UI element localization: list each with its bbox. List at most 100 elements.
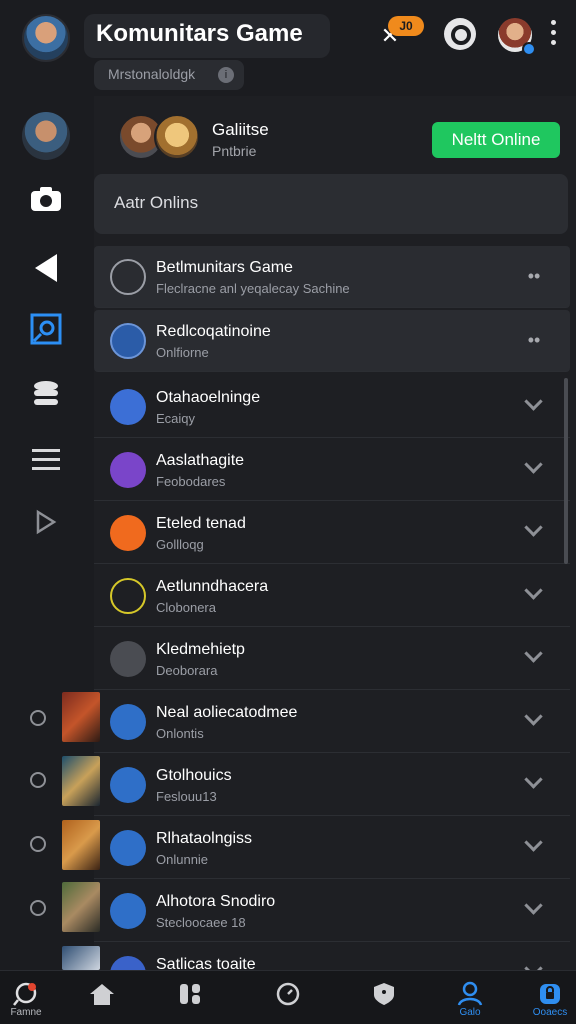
user-icon bbox=[456, 981, 484, 1009]
list-item-name: Rlhataolngiss bbox=[156, 830, 253, 847]
list-item[interactable]: Aaslathagite Feobodares bbox=[94, 439, 570, 501]
list-item-name: Kledmehietp bbox=[156, 641, 245, 658]
channel-list: Betlmunitars Game Fleclracne anl yeqalec… bbox=[94, 240, 576, 1005]
list-item-sub: Clobonera bbox=[156, 600, 216, 615]
scrollbar[interactable] bbox=[564, 378, 568, 564]
lock-icon bbox=[536, 981, 564, 1009]
radio-dot[interactable] bbox=[30, 710, 46, 726]
search-icon[interactable] bbox=[444, 18, 476, 50]
nav-home[interactable] bbox=[70, 971, 134, 1024]
chat-bubble-icon bbox=[12, 981, 40, 1009]
radio-dot[interactable] bbox=[30, 900, 46, 916]
list-item[interactable]: Alhotora Snodiro Stecloocaee 18 bbox=[94, 880, 570, 942]
list-item-icon bbox=[110, 452, 146, 488]
group-subtitle: Pntbrie bbox=[212, 143, 257, 159]
list-item[interactable]: Redlcoqatinoine Onlfiorne •• bbox=[94, 310, 570, 372]
list-item-name: Betlmunitars Game bbox=[156, 259, 293, 276]
grid-icon bbox=[176, 981, 204, 1009]
group-avatars[interactable] bbox=[118, 114, 202, 162]
nav-compass[interactable] bbox=[256, 971, 320, 1024]
list-item-sub: Feobodares bbox=[156, 474, 226, 489]
list-item-icon bbox=[110, 578, 146, 614]
chevron-down-icon[interactable] bbox=[522, 644, 546, 668]
list-item[interactable]: Aetlunndhacera Clobonera bbox=[94, 565, 570, 627]
server-avatar[interactable] bbox=[22, 14, 70, 62]
list-item-sub: Feslouu13 bbox=[156, 789, 217, 804]
info-icon[interactable]: i bbox=[218, 67, 234, 83]
list-item[interactable]: Kledmehietp Deoborara bbox=[94, 628, 570, 690]
chevron-down-icon[interactable] bbox=[522, 833, 546, 857]
bottom-navigation: Famne Galo Ooaecs bbox=[0, 970, 576, 1024]
nav-label: Ooaecs bbox=[532, 1007, 568, 1018]
list-item-sub: Gollloqg bbox=[156, 537, 204, 552]
camera-icon[interactable] bbox=[24, 184, 68, 224]
list-item[interactable]: Gtolhouics Feslouu13 bbox=[94, 754, 570, 816]
more-vertical-icon[interactable] bbox=[548, 20, 558, 50]
list-item-icon bbox=[110, 641, 146, 677]
list-item-name: Alhotora Snodiro bbox=[156, 893, 276, 910]
play-icon[interactable] bbox=[24, 506, 68, 546]
list-item[interactable]: Neal aoliecatodmee Onlontis bbox=[94, 691, 570, 753]
list-item-sub: Onlfiorne bbox=[156, 345, 209, 360]
list-item-name: Redlcoqatinoine bbox=[156, 323, 271, 340]
chevron-down-icon[interactable] bbox=[522, 581, 546, 605]
status-text: Aatr Onlins bbox=[114, 193, 199, 212]
list-item-icon bbox=[110, 389, 146, 425]
chevron-down-icon[interactable] bbox=[522, 770, 546, 794]
shield-icon bbox=[370, 981, 398, 1009]
page-title: Komunitars Game bbox=[96, 20, 303, 47]
game-thumbnail bbox=[62, 882, 100, 932]
nav-profile[interactable]: Galo bbox=[438, 971, 502, 1024]
list-item-name: Neal aoliecatodmee bbox=[156, 704, 298, 721]
nav-grid[interactable] bbox=[158, 971, 222, 1024]
nav-label: Famne bbox=[10, 1007, 42, 1018]
list-item-sub: Fleclracne anl yeqalecay Sachine bbox=[156, 281, 350, 296]
rail-profile-avatar[interactable] bbox=[22, 112, 70, 160]
list-item-icon bbox=[110, 323, 146, 359]
list-item-name: Aaslathagite bbox=[156, 452, 245, 469]
list-item-icon bbox=[110, 893, 146, 929]
list-item-name: Aetlunndhacera bbox=[156, 578, 269, 595]
notification-badge[interactable]: J0 bbox=[388, 16, 424, 36]
game-thumbnail bbox=[62, 946, 100, 970]
chevron-down-icon[interactable] bbox=[522, 518, 546, 542]
nav-chat[interactable]: Famne bbox=[0, 971, 58, 1024]
list-item-name: Otahaoelninge bbox=[156, 389, 261, 406]
more-horizontal-icon[interactable]: •• bbox=[522, 264, 546, 288]
more-horizontal-icon[interactable]: •• bbox=[522, 328, 546, 352]
next-online-button[interactable]: Neltt Online bbox=[432, 122, 560, 158]
list-item[interactable]: Betlmunitars Game Fleclracne anl yeqalec… bbox=[94, 246, 570, 308]
server-subtitle: Mrstonaloldgk bbox=[108, 66, 196, 82]
menu-icon[interactable] bbox=[24, 444, 68, 484]
square-speech-icon[interactable] bbox=[24, 312, 68, 352]
chevron-down-icon[interactable] bbox=[522, 896, 546, 920]
list-item-icon bbox=[110, 830, 146, 866]
list-item[interactable]: Eteled tenad Gollloqg bbox=[94, 502, 570, 564]
list-item-icon bbox=[110, 767, 146, 803]
radio-dot[interactable] bbox=[30, 836, 46, 852]
group-name: Galiitse bbox=[212, 120, 269, 139]
list-item[interactable]: Otahaoelninge Ecaiqy bbox=[94, 376, 570, 438]
back-triangle-icon[interactable] bbox=[24, 252, 68, 292]
list-item-name: Gtolhouics bbox=[156, 767, 232, 784]
list-item[interactable]: Rlhataolngiss Onlunnie bbox=[94, 817, 570, 879]
chevron-down-icon[interactable] bbox=[522, 455, 546, 479]
radio-dot[interactable] bbox=[30, 772, 46, 788]
game-thumbnail bbox=[62, 692, 100, 742]
nav-shield[interactable] bbox=[352, 971, 416, 1024]
stack-icon[interactable] bbox=[24, 378, 68, 418]
chevron-down-icon[interactable] bbox=[522, 707, 546, 731]
list-item-name: Eteled tenad bbox=[156, 515, 246, 532]
list-item-icon bbox=[110, 704, 146, 740]
verified-badge bbox=[522, 42, 536, 56]
game-thumbnail bbox=[62, 756, 100, 806]
nav-lock[interactable]: Ooaecs bbox=[518, 971, 576, 1024]
group-avatar-2 bbox=[154, 114, 200, 160]
home-icon bbox=[88, 981, 116, 1009]
list-item-sub: Onlontis bbox=[156, 726, 204, 741]
list-item-icon bbox=[110, 515, 146, 551]
nav-label: Galo bbox=[459, 1007, 481, 1018]
list-item-sub: Deoborara bbox=[156, 663, 218, 678]
list-item-sub: Ecaiqy bbox=[156, 411, 196, 426]
chevron-down-icon[interactable] bbox=[522, 392, 546, 416]
